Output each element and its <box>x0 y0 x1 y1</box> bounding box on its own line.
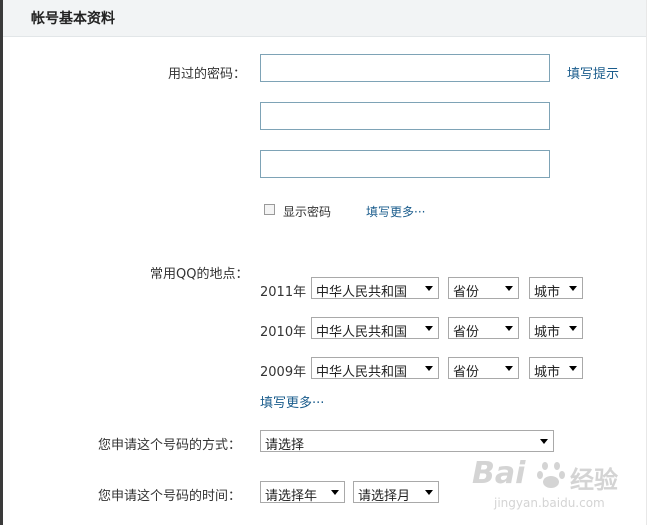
apply-time-label: 您申请这个号码的时间： <box>98 489 242 504</box>
dropdown-arrow-icon <box>569 286 577 291</box>
dropdown-arrow-icon <box>425 286 433 291</box>
section-title: 帐号基本资料 <box>31 11 115 27</box>
province-select-2010[interactable]: 省份 <box>448 317 519 340</box>
province-select-value: 省份 <box>453 325 480 340</box>
province-select-value: 省份 <box>453 285 480 300</box>
apply-month-select[interactable]: 请选择月 <box>353 481 439 504</box>
province-select-value: 省份 <box>453 365 480 380</box>
apply-year-value: 请选择年 <box>265 489 318 504</box>
location-year-2009: 2009年 <box>260 365 307 380</box>
city-select-value: 城市 <box>534 365 561 380</box>
city-select-2009[interactable]: 城市 <box>529 357 583 380</box>
password-fill-more-link[interactable]: 填写更多··· <box>366 203 425 220</box>
watermark-url: jingyan.baidu.com <box>494 496 605 510</box>
password-input-3[interactable] <box>260 150 550 178</box>
dropdown-arrow-icon <box>425 490 433 495</box>
show-password-checkbox[interactable] <box>264 204 275 215</box>
country-select-value: 中华人民共和国 <box>316 365 408 380</box>
dropdown-arrow-icon <box>425 366 433 371</box>
dropdown-arrow-icon <box>505 366 513 371</box>
baidu-jingyan-watermark: Bai 经验 jingyan.baidu.com <box>472 456 632 518</box>
section-header: 帐号基本资料 <box>3 0 646 37</box>
country-select-2009[interactable]: 中华人民共和国 <box>311 357 439 380</box>
dropdown-arrow-icon <box>569 366 577 371</box>
watermark-brand: Bai <box>472 456 526 491</box>
password-input-2[interactable] <box>260 102 550 130</box>
country-select-value: 中华人民共和国 <box>316 325 408 340</box>
window-left-border <box>0 0 3 525</box>
dropdown-arrow-icon <box>331 490 339 495</box>
common-locations-label: 常用QQ的地点： <box>150 267 249 282</box>
paw-logo-icon <box>537 462 565 488</box>
apply-month-value: 请选择月 <box>358 489 411 504</box>
province-select-2011[interactable]: 省份 <box>448 277 519 300</box>
dropdown-arrow-icon <box>505 286 513 291</box>
city-select-value: 城市 <box>534 325 561 340</box>
location-fill-more-link[interactable]: 填写更多··· <box>260 392 324 411</box>
apply-method-label: 您申请这个号码的方式： <box>98 438 242 453</box>
dropdown-arrow-icon <box>425 326 433 331</box>
password-input-1[interactable] <box>260 54 550 82</box>
location-year-2010: 2010年 <box>260 325 307 340</box>
dropdown-arrow-icon <box>540 439 548 444</box>
fill-hint-link[interactable]: 填写提示 <box>567 63 619 82</box>
city-select-2011[interactable]: 城市 <box>529 277 583 300</box>
country-select-2011[interactable]: 中华人民共和国 <box>311 277 439 300</box>
watermark-brand-cn: 经验 <box>570 466 618 494</box>
used-password-label: 用过的密码： <box>168 67 247 82</box>
country-select-2010[interactable]: 中华人民共和国 <box>311 317 439 340</box>
dropdown-arrow-icon <box>505 326 513 331</box>
apply-method-value: 请选择 <box>265 438 305 453</box>
city-select-2010[interactable]: 城市 <box>529 317 583 340</box>
location-year-2011: 2011年 <box>260 285 307 300</box>
dropdown-arrow-icon <box>569 326 577 331</box>
city-select-value: 城市 <box>534 285 561 300</box>
show-password-label: 显示密码 <box>283 205 332 219</box>
apply-method-select[interactable]: 请选择 <box>260 430 554 453</box>
province-select-2009[interactable]: 省份 <box>448 357 519 380</box>
country-select-value: 中华人民共和国 <box>316 285 408 300</box>
apply-year-select[interactable]: 请选择年 <box>260 481 345 504</box>
